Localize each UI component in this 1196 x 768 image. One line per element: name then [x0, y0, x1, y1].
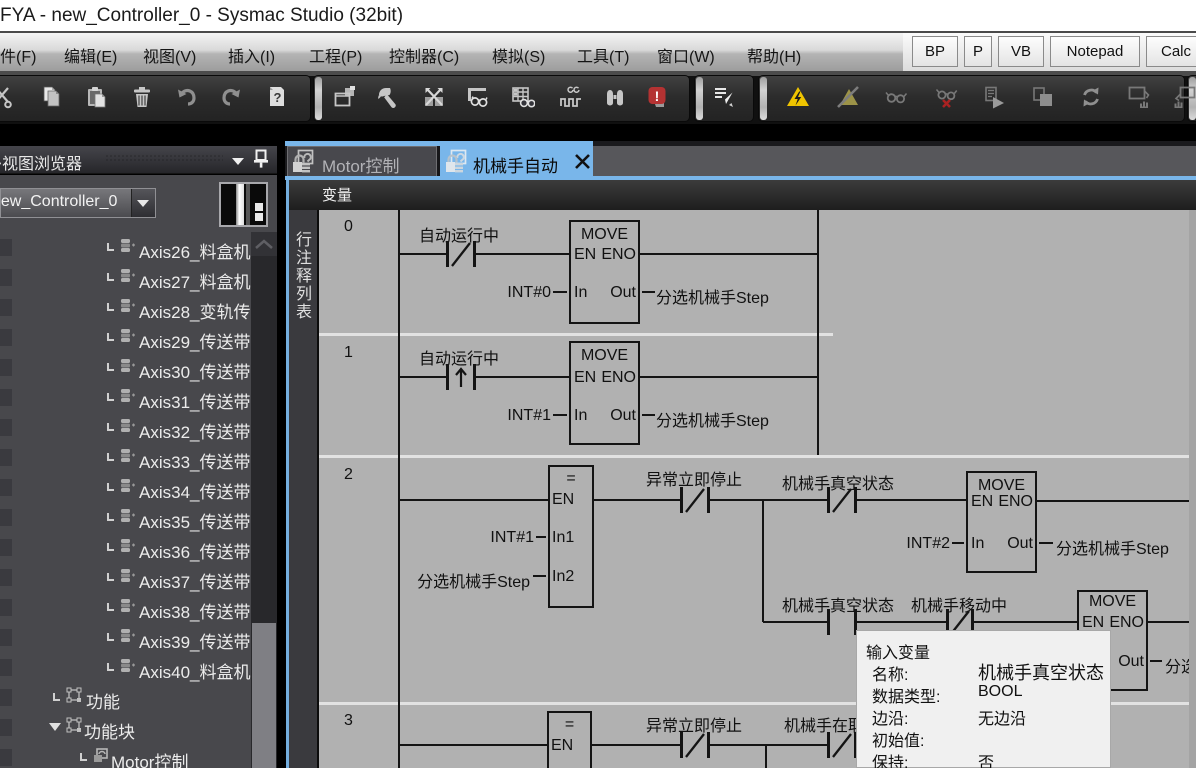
- svg-text:?: ?: [274, 90, 282, 105]
- svg-text:!: !: [655, 88, 660, 104]
